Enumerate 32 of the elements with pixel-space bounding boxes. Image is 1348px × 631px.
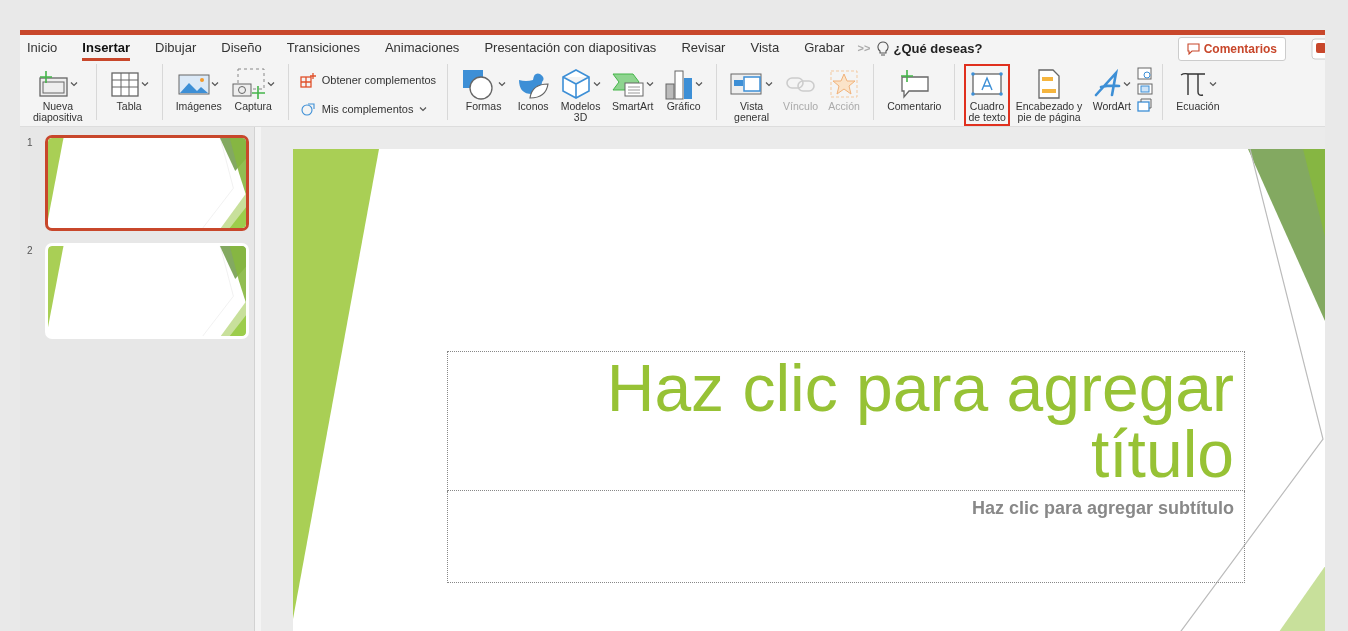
ribbon-button[interactable]: Captura	[227, 64, 279, 115]
ribbon-tab[interactable]: Diseño	[221, 36, 262, 61]
slide-number: 1	[27, 136, 34, 150]
subtitle-placeholder[interactable]: Haz clic para agregar subtítulo	[447, 491, 1246, 583]
ribbon-tab[interactable]: Vista	[750, 36, 780, 61]
ribbon-tab[interactable]: Inicio	[27, 36, 58, 61]
ribbon-button[interactable]: Formas	[457, 64, 511, 115]
ribbon-tab[interactable]: Presentación con diapositivas	[484, 36, 657, 61]
ribbon-button[interactable]: Gráfico	[660, 64, 708, 115]
ribbon-button[interactable]: SmartArt	[607, 64, 659, 115]
ribbon-button[interactable]: Imágenes	[171, 64, 226, 115]
ribbon-tab[interactable]: Insertar	[82, 36, 131, 61]
ribbon-button[interactable]: Encabezado y pie de página	[1011, 64, 1087, 126]
ribbon-button[interactable]: Iconos	[512, 64, 555, 115]
ribbon-tab[interactable]: Animaciones	[384, 36, 460, 61]
ribbon-tab[interactable]: Transiciones	[286, 36, 360, 61]
ribbon-button[interactable]: Modelos 3D	[556, 64, 606, 126]
ribbon-button[interactable]: Comentario	[883, 64, 946, 115]
ribbon-button[interactable]: Ecuación	[1172, 64, 1224, 115]
ribbon-button[interactable]: Vista general	[726, 64, 778, 126]
comments-button[interactable]: Comentarios	[1177, 36, 1286, 61]
ribbon-button[interactable]: Mis complementos	[297, 98, 439, 119]
ribbon-button[interactable]: WordArt	[1088, 64, 1136, 115]
ribbon-button[interactable]: Nueva diapositiva	[29, 64, 87, 126]
ribbon-tab[interactable]: Revisar	[681, 36, 726, 61]
ribbon-tab[interactable]: Grabar	[804, 36, 845, 61]
ribbon-tab[interactable]: Dibujar	[155, 36, 197, 61]
slide-number: 2	[27, 244, 34, 258]
ribbon-button[interactable]: Cuadro de texto	[964, 64, 1010, 126]
ribbon-button[interactable]: Tabla	[105, 64, 153, 115]
ribbon-button[interactable]: Obtener complementos	[297, 70, 439, 91]
help-search[interactable]: ¿Qué deseas?	[893, 38, 983, 59]
